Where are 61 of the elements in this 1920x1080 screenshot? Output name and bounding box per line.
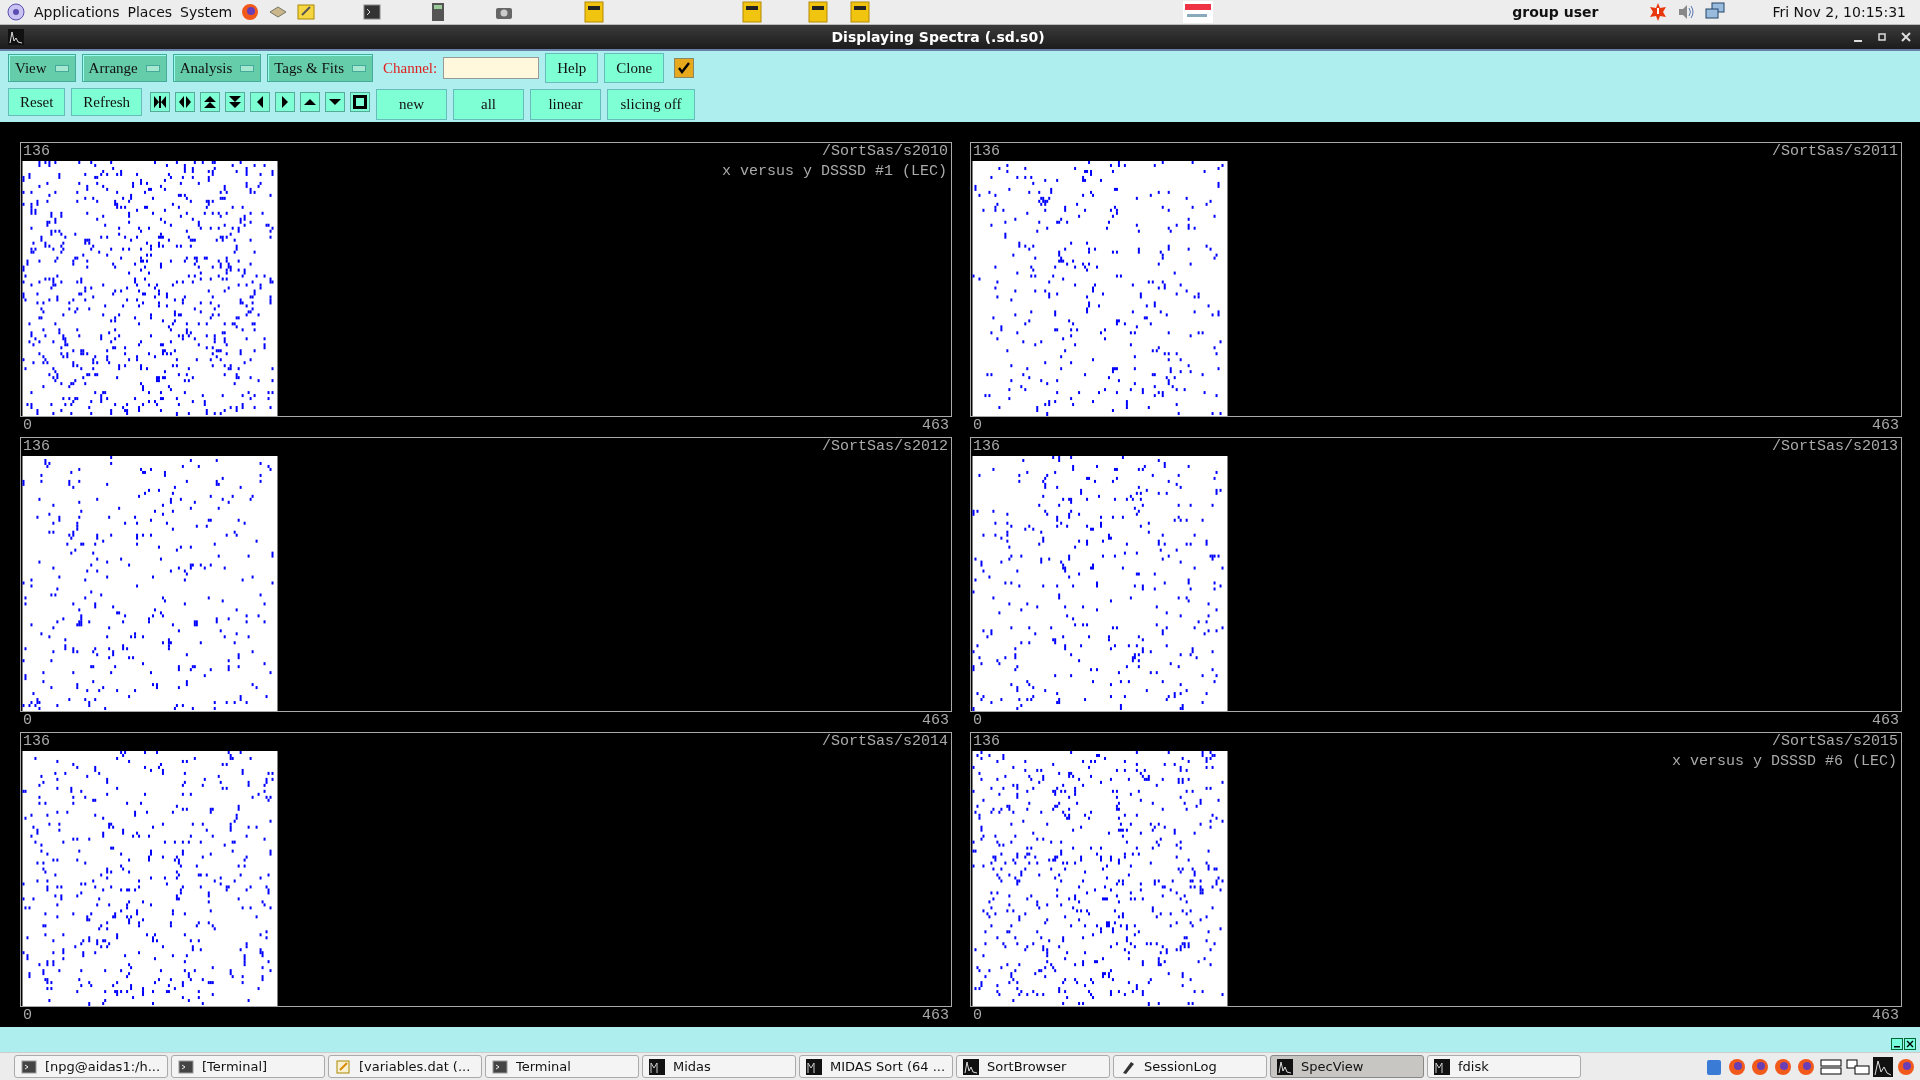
spectrum-path: /SortSas/s2010 <box>821 142 948 161</box>
tool-button[interactable]: Clone <box>604 53 665 84</box>
axis-label: 136 <box>973 142 1000 161</box>
menu-button[interactable]: Tags & Fits <box>267 54 374 83</box>
taskbar-item[interactable]: SpecView <box>1270 1055 1424 1079</box>
axis-label: 0 <box>23 416 32 435</box>
toggle-button[interactable]: new <box>376 88 447 120</box>
axis-label: 136 <box>23 732 50 751</box>
spectrum-path: /SortSas/s2012 <box>821 437 948 456</box>
axis-label: 463 <box>1872 416 1899 435</box>
panel-menu[interactable]: Places <box>127 3 173 20</box>
axis-label: 136 <box>23 142 50 161</box>
toggle-button[interactable]: slicing off <box>607 88 695 120</box>
taskbar-item[interactable]: [variables.dat (... <box>328 1055 482 1079</box>
spectrum-panel[interactable]: 136 /SortSas/s2013 <box>970 436 1902 712</box>
taskbar-item[interactable]: MIDAS Sort (64 ... <box>799 1055 953 1079</box>
tool-button[interactable]: Help <box>545 53 599 84</box>
tool-button[interactable]: Reset <box>8 88 66 117</box>
axis-label: 136 <box>973 437 1000 456</box>
axis-label: 0 <box>23 1006 32 1025</box>
axis-label: 0 <box>973 711 982 730</box>
axis-label: 463 <box>1872 711 1899 730</box>
spectrum-panel[interactable]: 136 /SortSas/s2014 <box>20 731 952 1007</box>
menu-button[interactable]: Analysis <box>172 54 262 83</box>
spectrum-panel[interactable]: 136 /SortSas/s2011 <box>970 141 1902 417</box>
axis-label: 463 <box>922 416 949 435</box>
axis-label: 463 <box>922 1006 949 1025</box>
spectrum-path: /SortSas/s2013 <box>1771 437 1898 456</box>
menu-button[interactable]: Arrange <box>81 54 167 83</box>
tool-button[interactable]: Refresh <box>71 88 142 117</box>
taskbar-item[interactable]: SessionLog <box>1113 1055 1267 1079</box>
spectrum-path: /SortSas/s2014 <box>821 732 948 751</box>
spectrum-panel[interactable]: 136 /SortSas/s2012 <box>20 436 952 712</box>
taskbar-item[interactable]: Terminal <box>485 1055 639 1079</box>
clock[interactable]: Fri Nov 2, 10:15:31 <box>1772 3 1906 20</box>
spectrum-title: x versus y DSSSD #6 (LEC) <box>1671 752 1897 771</box>
axis-label: 136 <box>973 732 1000 751</box>
axis-label: 463 <box>922 711 949 730</box>
taskbar-item[interactable]: SortBrowser <box>956 1055 1110 1079</box>
window-title: Displaying Spectra (.sd.s0) <box>830 28 1046 45</box>
panel-menu[interactable]: System <box>180 3 233 20</box>
spectrum-panel[interactable]: 136 /SortSas/s2015 x versus y DSSSD #6 (LEC) <box>970 731 1902 1007</box>
spectrum-title: x versus y DSSSD #1 (LEC) <box>721 162 947 181</box>
taskbar-item[interactable]: fdisk <box>1427 1055 1581 1079</box>
toggle-button[interactable]: linear <box>530 88 601 120</box>
spectrum-path: /SortSas/s2011 <box>1771 142 1898 161</box>
channel-label: Channel: <box>383 59 438 77</box>
axis-label: 136 <box>23 437 50 456</box>
taskbar-item[interactable]: Midas <box>642 1055 796 1079</box>
axis-label: 0 <box>973 416 982 435</box>
axis-label: 463 <box>1872 1006 1899 1025</box>
taskbar-item[interactable]: [npg@aidas1:/h... <box>14 1055 168 1079</box>
taskbar-item[interactable]: [Terminal] <box>171 1055 325 1079</box>
axis-label: 0 <box>23 711 32 730</box>
spectrum-path: /SortSas/s2015 <box>1771 732 1898 751</box>
menu-button[interactable]: View <box>8 54 76 83</box>
user-name[interactable]: group user <box>1512 3 1599 20</box>
spectrum-panel[interactable]: 136 /SortSas/s2010 x versus y DSSSD #1 (LEC) <box>20 141 952 417</box>
panel-menu[interactable]: Applications <box>34 3 120 20</box>
axis-label: 0 <box>973 1006 982 1025</box>
toggle-button[interactable]: all <box>453 88 524 120</box>
